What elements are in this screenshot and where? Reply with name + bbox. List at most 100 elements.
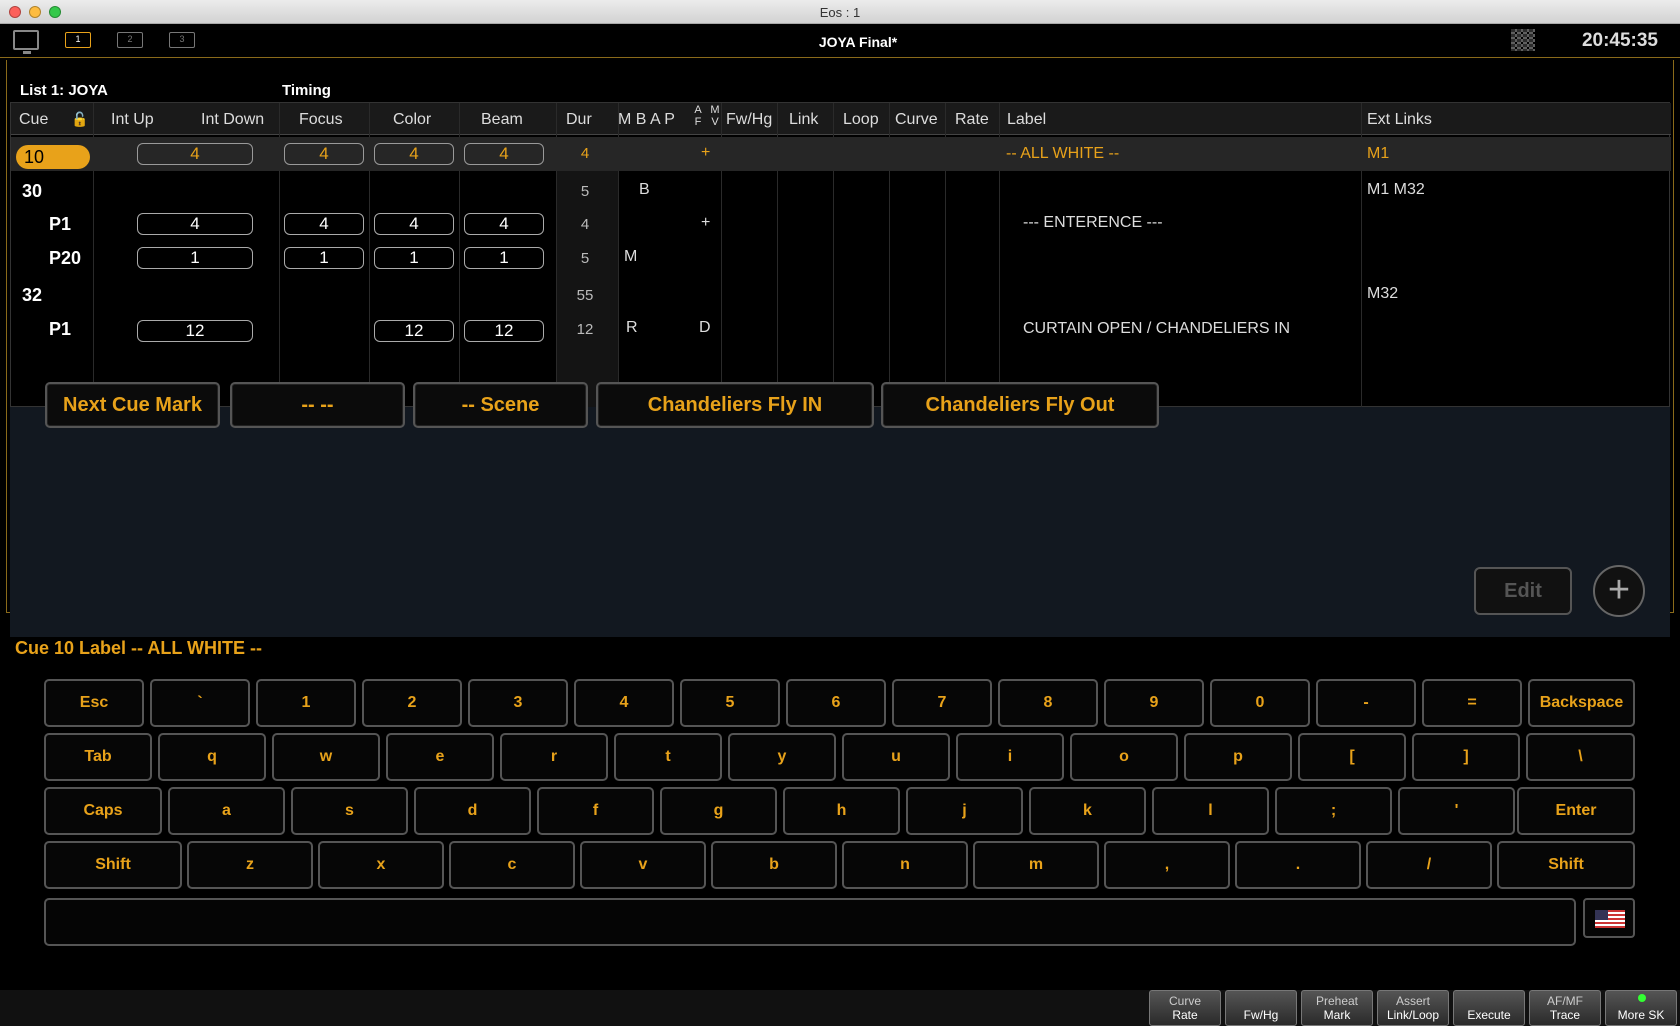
ext-links-cell[interactable]: M32 xyxy=(1367,285,1398,303)
key-row1-2[interactable]: 1 xyxy=(256,679,356,727)
cue-number[interactable]: P1 xyxy=(49,319,71,340)
key-row3-5[interactable]: g xyxy=(660,787,777,835)
beam-cell[interactable]: 4 xyxy=(464,213,544,235)
softkey-3[interactable]: Assert Link/Loop xyxy=(1377,990,1449,1026)
table-row[interactable]: P1 4 4 4 4 4 + --- ENTERENCE --- xyxy=(11,207,1671,241)
col-cue[interactable]: Cue xyxy=(19,111,48,129)
key-row3-7[interactable]: j xyxy=(906,787,1023,835)
col-af[interactable]: A F xyxy=(693,104,703,128)
col-ext-links[interactable]: Ext Links xyxy=(1367,111,1432,129)
key-row3-3[interactable]: d xyxy=(414,787,531,835)
key-row4-0[interactable]: Shift xyxy=(44,841,182,889)
beam-cell[interactable]: 12 xyxy=(464,320,544,342)
softkey-2[interactable]: Preheat Mark xyxy=(1301,990,1373,1026)
beam-cell[interactable]: 1 xyxy=(464,247,544,269)
key-row3-10[interactable]: ; xyxy=(1275,787,1392,835)
selected-cue-pill[interactable]: 10 xyxy=(16,145,90,169)
key-row1-4[interactable]: 3 xyxy=(468,679,568,727)
col-color[interactable]: Color xyxy=(393,111,431,129)
color-cell[interactable]: 12 xyxy=(374,320,454,342)
key-row2-9[interactable]: o xyxy=(1070,733,1178,781)
beam-cell[interactable]: 4 xyxy=(464,143,544,165)
softkey-4[interactable]: Execute xyxy=(1453,990,1525,1026)
key-row4-5[interactable]: b xyxy=(711,841,837,889)
lock-icon[interactable]: 🔓 xyxy=(71,111,88,128)
int-up-cell[interactable]: 12 xyxy=(137,320,253,342)
key-row1-7[interactable]: 6 xyxy=(786,679,886,727)
key-row1-11[interactable]: 0 xyxy=(1210,679,1310,727)
softkey-6[interactable]: More SK xyxy=(1605,990,1677,1026)
key-row4-8[interactable]: , xyxy=(1104,841,1230,889)
key-row3-1[interactable]: a xyxy=(168,787,285,835)
key-row2-12[interactable]: ] xyxy=(1412,733,1520,781)
key-row1-12[interactable]: - xyxy=(1316,679,1416,727)
key-row4-10[interactable]: / xyxy=(1366,841,1492,889)
keyboard-language-button[interactable] xyxy=(1583,898,1635,938)
key-row3-8[interactable]: k xyxy=(1029,787,1146,835)
focus-cell[interactable]: 4 xyxy=(284,143,364,165)
key-row2-4[interactable]: r xyxy=(500,733,608,781)
key-row2-3[interactable]: e xyxy=(386,733,494,781)
col-int-up[interactable]: Int Up xyxy=(111,111,154,129)
table-row[interactable]: 10 4 4 4 4 4 + -- ALL WHITE -- M1 xyxy=(11,137,1671,171)
color-cell[interactable]: 4 xyxy=(374,143,454,165)
label-cell[interactable]: CURTAIN OPEN / CHANDELIERS IN xyxy=(1023,320,1290,338)
color-cell[interactable]: 4 xyxy=(374,213,454,235)
key-row3-6[interactable]: h xyxy=(783,787,900,835)
macro-button[interactable]: Chandeliers Fly IN xyxy=(596,382,874,428)
key-row3-11[interactable]: ' xyxy=(1398,787,1515,835)
col-int-down[interactable]: Int Down xyxy=(201,111,264,129)
key-row1-14[interactable]: Backspace xyxy=(1528,679,1635,727)
key-row1-9[interactable]: 8 xyxy=(998,679,1098,727)
col-dur[interactable]: Dur xyxy=(566,111,592,129)
key-row4-3[interactable]: c xyxy=(449,841,575,889)
softkey-5[interactable]: AF/MF Trace xyxy=(1529,990,1601,1026)
key-row1-6[interactable]: 5 xyxy=(680,679,780,727)
key-row1-10[interactable]: 9 xyxy=(1104,679,1204,727)
cue-number[interactable]: P20 xyxy=(49,248,81,269)
key-row3-2[interactable]: s xyxy=(291,787,408,835)
cue-number[interactable]: 30 xyxy=(22,181,42,202)
key-row4-4[interactable]: v xyxy=(580,841,706,889)
key-row4-6[interactable]: n xyxy=(842,841,968,889)
ext-links-cell[interactable]: M1 M32 xyxy=(1367,181,1425,199)
key-row3-12[interactable]: Enter xyxy=(1517,787,1635,835)
focus-cell[interactable]: 4 xyxy=(284,213,364,235)
col-beam[interactable]: Beam xyxy=(481,111,523,129)
table-row[interactable]: 30 5 B M1 M32 xyxy=(11,172,1671,206)
spacebar-key[interactable] xyxy=(44,898,1576,946)
key-row2-2[interactable]: w xyxy=(272,733,380,781)
col-rate[interactable]: Rate xyxy=(955,111,989,129)
col-link[interactable]: Link xyxy=(789,111,818,129)
key-row1-1[interactable]: ` xyxy=(150,679,250,727)
add-button[interactable]: + xyxy=(1593,565,1645,617)
table-row[interactable]: P1 12 12 12 12 R D CURTAIN OPEN / CHANDE… xyxy=(11,312,1671,346)
key-row3-9[interactable]: l xyxy=(1152,787,1269,835)
col-label[interactable]: Label xyxy=(1007,111,1046,129)
key-row1-0[interactable]: Esc xyxy=(44,679,144,727)
table-row[interactable]: 32 55 M32 xyxy=(11,277,1671,311)
label-cell[interactable]: --- ENTERENCE --- xyxy=(1023,214,1163,232)
key-row2-13[interactable]: \ xyxy=(1526,733,1635,781)
layout-grid-icon[interactable] xyxy=(1511,29,1535,51)
col-focus[interactable]: Focus xyxy=(299,111,343,129)
macro-button[interactable]: Chandeliers Fly Out xyxy=(881,382,1159,428)
int-up-cell[interactable]: 4 xyxy=(137,213,253,235)
table-row[interactable]: P20 1 1 1 1 5 M xyxy=(11,242,1671,276)
cue-number[interactable]: P1 xyxy=(49,214,71,235)
focus-cell[interactable]: 1 xyxy=(284,247,364,269)
key-row4-7[interactable]: m xyxy=(973,841,1099,889)
macro-button[interactable]: -- Scene xyxy=(413,382,588,428)
key-row2-11[interactable]: [ xyxy=(1298,733,1406,781)
color-cell[interactable]: 1 xyxy=(374,247,454,269)
key-row1-3[interactable]: 2 xyxy=(362,679,462,727)
key-row2-8[interactable]: i xyxy=(956,733,1064,781)
key-row4-9[interactable]: . xyxy=(1235,841,1361,889)
key-row2-5[interactable]: t xyxy=(614,733,722,781)
softkey-0[interactable]: Curve Rate xyxy=(1149,990,1221,1026)
int-up-cell[interactable]: 1 xyxy=(137,247,253,269)
edit-button[interactable]: Edit xyxy=(1474,567,1572,615)
col-loop[interactable]: Loop xyxy=(843,111,879,129)
key-row2-6[interactable]: y xyxy=(728,733,836,781)
key-row1-13[interactable]: = xyxy=(1422,679,1522,727)
